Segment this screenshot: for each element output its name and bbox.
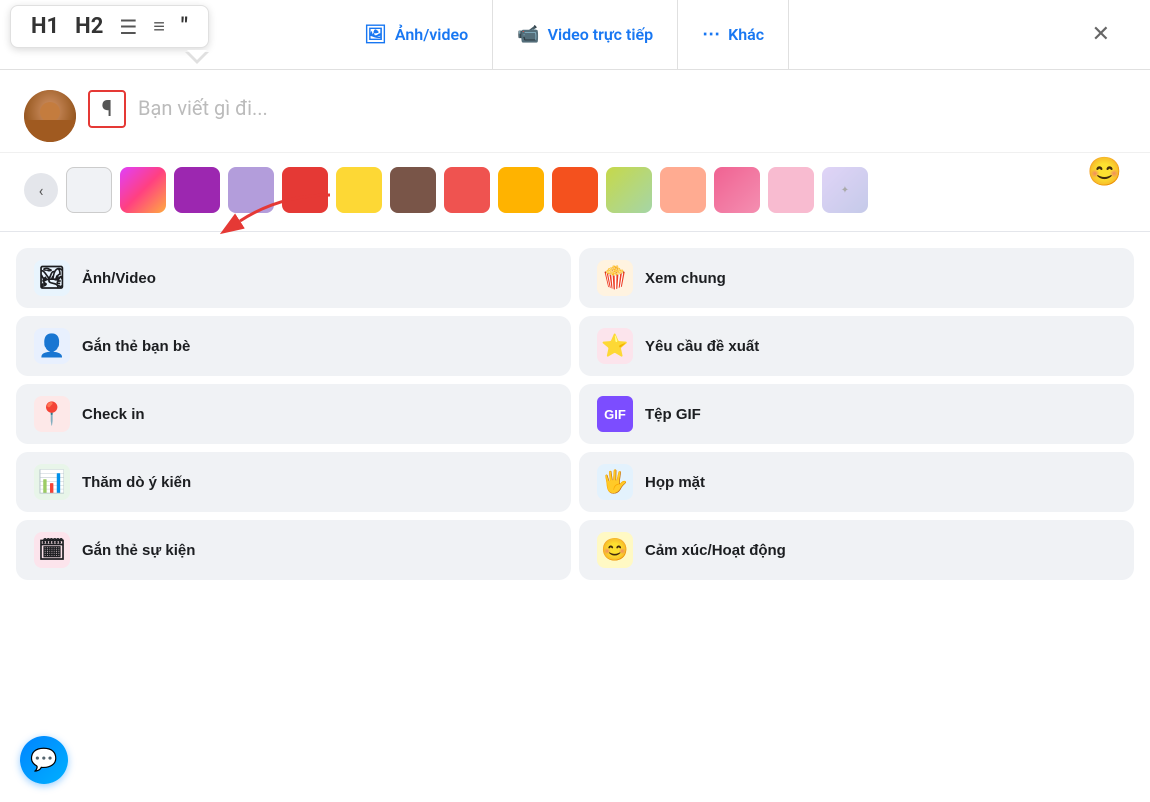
emoji-button[interactable]: 😊 bbox=[1087, 155, 1122, 188]
photo-video-icon: 🏞 bbox=[34, 260, 70, 296]
paragraph-icon-box[interactable]: ¶ bbox=[88, 90, 126, 128]
tab-other-label: Khác bbox=[728, 25, 764, 44]
bg-swatch-white[interactable] bbox=[66, 167, 112, 213]
action-photo-video-button[interactable]: 🏞 Ảnh/Video bbox=[16, 248, 571, 308]
bg-swatch-1[interactable] bbox=[120, 167, 166, 213]
background-color-selector: ‹ ✦ bbox=[0, 152, 1150, 227]
close-button[interactable]: ✕ bbox=[1072, 22, 1130, 47]
ordered-list-icon[interactable]: ≡ bbox=[153, 14, 165, 39]
action-gif-label: Tệp GIF bbox=[645, 406, 701, 423]
h1-button[interactable]: H1 bbox=[31, 14, 59, 39]
paragraph-icon: ¶ bbox=[102, 97, 113, 122]
tab-other[interactable]: ⋯ Khác bbox=[678, 0, 789, 70]
messenger-button[interactable]: 💬 bbox=[20, 736, 68, 784]
action-suggest-label: Yêu cầu đề xuất bbox=[645, 338, 759, 355]
action-hangout-button[interactable]: 🖐 Họp mặt bbox=[579, 452, 1134, 512]
event-icon: 🗓 bbox=[34, 532, 70, 568]
tab-photo-video[interactable]: 🖼 Ảnh/video bbox=[340, 0, 493, 70]
tooltip-arrow bbox=[185, 52, 209, 64]
other-tab-icon: ⋯ bbox=[702, 24, 720, 45]
action-watch-together-button[interactable]: 🍿 Xem chung bbox=[579, 248, 1134, 308]
bg-swatch-11[interactable] bbox=[660, 167, 706, 213]
bg-swatch-13[interactable] bbox=[768, 167, 814, 213]
watch-together-icon: 🍿 bbox=[597, 260, 633, 296]
red-arrow-svg bbox=[200, 185, 340, 235]
bg-swatch-7[interactable] bbox=[444, 167, 490, 213]
messenger-icon-symbol: 💬 bbox=[30, 748, 57, 773]
toolbar: H1 H2 ☰ ≡ " 🖼 Ảnh/video 📹 Video trực tiế… bbox=[0, 0, 1150, 70]
gif-icon: GIF bbox=[597, 396, 633, 432]
suggest-icon: ⭐ bbox=[597, 328, 633, 364]
avatar-image bbox=[24, 90, 76, 142]
formatting-toolbar: H1 H2 ☰ ≡ " bbox=[10, 5, 209, 48]
action-event-label: Gắn thẻ sự kiện bbox=[82, 542, 195, 559]
quote-icon[interactable]: " bbox=[181, 14, 188, 39]
action-watch-together-label: Xem chung bbox=[645, 270, 726, 287]
action-checkin-button[interactable]: 📍 Check in bbox=[16, 384, 571, 444]
unordered-list-icon[interactable]: ☰ bbox=[119, 15, 137, 39]
tab-live-video-label: Video trực tiếp bbox=[548, 25, 654, 44]
tab-bar: 🖼 Ảnh/video 📹 Video trực tiếp ⋯ Khác bbox=[340, 0, 789, 70]
bg-swatch-8[interactable] bbox=[498, 167, 544, 213]
action-poll-label: Thăm dò ý kiến bbox=[82, 474, 191, 491]
action-gif-button[interactable]: GIF Tệp GIF bbox=[579, 384, 1134, 444]
action-checkin-label: Check in bbox=[82, 406, 145, 423]
live-video-tab-icon: 📹 bbox=[517, 24, 539, 45]
action-suggest-button[interactable]: ⭐ Yêu cầu đề xuất bbox=[579, 316, 1134, 376]
h2-button[interactable]: H2 bbox=[75, 14, 103, 39]
photo-video-tab-icon: 🖼 bbox=[364, 24, 387, 45]
action-hangout-label: Họp mặt bbox=[645, 474, 705, 491]
bg-scroll-left-button[interactable]: ‹ bbox=[24, 173, 58, 207]
tab-photo-video-label: Ảnh/video bbox=[395, 25, 468, 44]
bg-swatch-6[interactable] bbox=[390, 167, 436, 213]
bg-swatch-12[interactable] bbox=[714, 167, 760, 213]
placeholder-text: Bạn viết gì đi... bbox=[138, 96, 268, 120]
action-poll-button[interactable]: 📊 Thăm dò ý kiến bbox=[16, 452, 571, 512]
bg-swatch-9[interactable] bbox=[552, 167, 598, 213]
bg-swatch-14[interactable]: ✦ bbox=[822, 167, 868, 213]
action-tag-friend-button[interactable]: 👤 Gắn thẻ bạn bè bbox=[16, 316, 571, 376]
post-input-area: ¶ Bạn viết gì đi... bbox=[0, 70, 1150, 152]
action-photo-video-label: Ảnh/Video bbox=[82, 270, 156, 287]
action-event-tag-button[interactable]: 🗓 Gắn thẻ sự kiện bbox=[16, 520, 571, 580]
checkin-icon: 📍 bbox=[34, 396, 70, 432]
emotion-icon: 😊 bbox=[597, 532, 633, 568]
bg-swatch-10[interactable] bbox=[606, 167, 652, 213]
action-emotion-button[interactable]: 😊 Cảm xúc/Hoạt động bbox=[579, 520, 1134, 580]
post-input-placeholder[interactable]: Bạn viết gì đi... bbox=[138, 90, 1126, 120]
arrow-annotation bbox=[200, 185, 340, 239]
divider bbox=[0, 231, 1150, 232]
hangout-icon: 🖐 bbox=[597, 464, 633, 500]
action-tag-friend-label: Gắn thẻ bạn bè bbox=[82, 338, 190, 355]
actions-grid: 🏞 Ảnh/Video 🍿 Xem chung 👤 Gắn thẻ bạn bè… bbox=[0, 236, 1150, 592]
bg-swatch-5[interactable] bbox=[336, 167, 382, 213]
action-emotion-label: Cảm xúc/Hoạt động bbox=[645, 542, 786, 559]
avatar bbox=[24, 90, 76, 142]
tab-live-video[interactable]: 📹 Video trực tiếp bbox=[493, 0, 678, 70]
poll-icon: 📊 bbox=[34, 464, 70, 500]
tag-friend-icon: 👤 bbox=[34, 328, 70, 364]
